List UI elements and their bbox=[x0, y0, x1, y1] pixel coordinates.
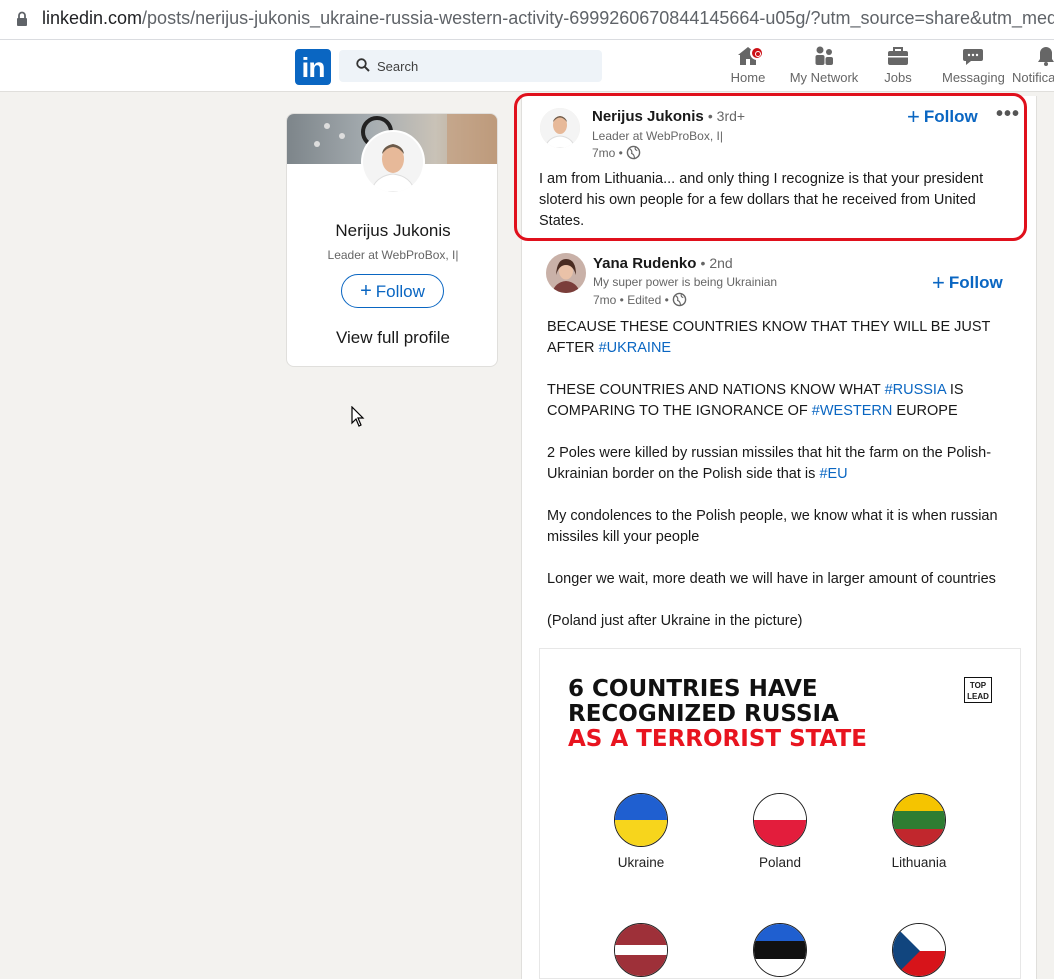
graphic-title-line: 6 COUNTRIES HAVE bbox=[568, 676, 818, 702]
url-host: linkedin.com bbox=[42, 8, 143, 28]
nav-jobs-label: Jobs bbox=[884, 70, 912, 85]
plus-icon: + bbox=[932, 270, 945, 295]
linkedin-logo[interactable]: in bbox=[295, 49, 331, 85]
profile-card: Nerijus Jukonis Leader at WebProBox, I| … bbox=[286, 113, 498, 367]
logo-text: LEAD bbox=[967, 692, 989, 701]
comment-paragraph: BECAUSE THESE COUNTRIES KNOW THAT THEY W… bbox=[547, 317, 1007, 359]
graphic-title: 6 COUNTRIES HAVE RECOGNIZED RUSSIA AS A … bbox=[568, 677, 867, 752]
comment-paragraph: My condolences to the Polish people, we … bbox=[547, 508, 998, 545]
poland-flag-icon bbox=[753, 793, 807, 847]
nav-home[interactable]: Home bbox=[728, 44, 768, 85]
logo-text: TOP bbox=[969, 681, 987, 690]
nav-notifications-label: Notifica bbox=[1012, 70, 1054, 85]
follow-button[interactable]: + Follow bbox=[341, 274, 444, 308]
search-input[interactable]: Search bbox=[339, 50, 602, 82]
latvia-flag-icon bbox=[614, 923, 668, 977]
mouse-cursor-icon bbox=[351, 406, 365, 427]
hashtag-link[interactable]: #EU bbox=[819, 466, 847, 482]
country-label: Poland bbox=[758, 855, 802, 870]
profile-name[interactable]: Nerijus Jukonis bbox=[287, 221, 497, 241]
czech-flag-shape bbox=[893, 924, 945, 976]
browser-url-bar[interactable]: linkedin.com/posts/nerijus-jukonis_ukrai… bbox=[0, 0, 1054, 40]
graphic-title-line: RECOGNIZED RUSSIA bbox=[568, 701, 839, 727]
graphic-title-line: AS A TERRORIST STATE bbox=[568, 726, 867, 752]
nav-notifications[interactable]: Notifica bbox=[1012, 44, 1054, 85]
search-placeholder: Search bbox=[377, 59, 419, 74]
hashtag-link[interactable]: #UKRAINE bbox=[599, 340, 672, 356]
connection-degree: • 2nd bbox=[700, 255, 733, 271]
comment-paragraph: (Poland just after Ukraine in the pictur… bbox=[547, 613, 803, 629]
estonia-flag-icon bbox=[753, 923, 807, 977]
text-run: EUROPE bbox=[892, 403, 958, 419]
text-run: THESE COUNTRIES AND NATIONS KNOW WHAT bbox=[547, 382, 885, 398]
search-icon bbox=[356, 58, 370, 72]
nav-messaging[interactable]: Messaging bbox=[942, 44, 1005, 85]
country-label: Lithuania bbox=[891, 855, 947, 870]
globe-icon bbox=[672, 292, 687, 307]
notification-badge bbox=[750, 46, 765, 60]
bell-icon bbox=[1038, 47, 1054, 66]
top-lead-logo: TOP LEAD bbox=[964, 677, 992, 703]
nav-my-network[interactable]: My Network bbox=[787, 44, 861, 85]
comment-paragraph: Longer we wait, more death we will have … bbox=[547, 571, 996, 587]
people-icon bbox=[815, 46, 833, 65]
comment-author[interactable]: Yana Rudenko • 2nd bbox=[593, 255, 733, 272]
person-photo bbox=[363, 132, 423, 192]
text-run: 2 Poles were killed by russian missiles … bbox=[547, 445, 992, 482]
hashtag-link[interactable]: #WESTERN bbox=[812, 403, 893, 419]
lithuania-flag-icon bbox=[892, 793, 946, 847]
plus-icon: + bbox=[360, 280, 372, 302]
comment-paragraph: THESE COUNTRIES AND NATIONS KNOW WHAT #R… bbox=[547, 380, 1007, 422]
hashtag-link[interactable]: #RUSSIA bbox=[885, 382, 946, 398]
briefcase-icon bbox=[888, 47, 908, 65]
view-full-profile-link[interactable]: View full profile bbox=[287, 328, 497, 348]
top-navbar: in Search Home My Network Jobs Messaging… bbox=[0, 40, 1054, 92]
nav-messaging-label: Messaging bbox=[942, 70, 1005, 85]
url-text[interactable]: linkedin.com/posts/nerijus-jukonis_ukrai… bbox=[42, 8, 1054, 29]
highlight-box bbox=[514, 93, 1027, 241]
comment-author-name: Yana Rudenko bbox=[593, 255, 697, 272]
url-path: /posts/nerijus-jukonis_ukraine-russia-we… bbox=[142, 8, 1054, 28]
follow-button[interactable]: + Follow bbox=[932, 270, 1003, 296]
profile-avatar[interactable] bbox=[361, 130, 425, 194]
message-icon bbox=[963, 49, 983, 65]
follow-button-label: Follow bbox=[948, 273, 1003, 292]
ukraine-flag-icon bbox=[614, 793, 668, 847]
comment-avatar[interactable] bbox=[546, 253, 586, 293]
comment-time: 7mo • Edited • bbox=[593, 293, 669, 307]
nav-home-label: Home bbox=[730, 70, 766, 85]
profile-headline: Leader at WebProBox, I| bbox=[327, 248, 459, 262]
lock-icon bbox=[17, 11, 27, 26]
comment-meta: 7mo • Edited • bbox=[593, 292, 687, 307]
follow-button-label: Follow bbox=[375, 282, 425, 301]
nav-jobs[interactable]: Jobs bbox=[878, 44, 918, 85]
comment-text: BECAUSE THESE COUNTRIES KNOW THAT THEY W… bbox=[547, 317, 1007, 653]
comment-headline: My super power is being Ukrainian bbox=[593, 275, 778, 289]
nav-my-network-label: My Network bbox=[789, 70, 859, 85]
country-label: Ukraine bbox=[617, 855, 665, 870]
person-photo bbox=[546, 253, 586, 293]
czech-flag-icon bbox=[892, 923, 946, 977]
comment-image[interactable]: 6 COUNTRIES HAVE RECOGNIZED RUSSIA AS A … bbox=[539, 648, 1021, 979]
comment-paragraph: 2 Poles were killed by russian missiles … bbox=[547, 443, 1007, 485]
